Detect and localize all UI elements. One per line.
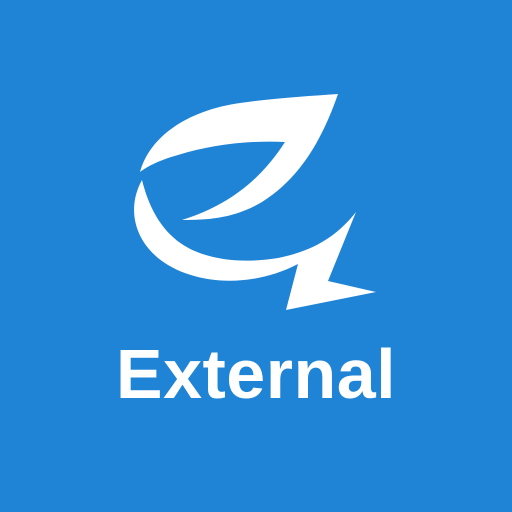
app-icon[interactable]: External bbox=[0, 0, 512, 512]
leaf-top-shape bbox=[140, 94, 338, 220]
app-label: External bbox=[115, 335, 397, 413]
leaf-z-logo-icon bbox=[134, 94, 376, 310]
